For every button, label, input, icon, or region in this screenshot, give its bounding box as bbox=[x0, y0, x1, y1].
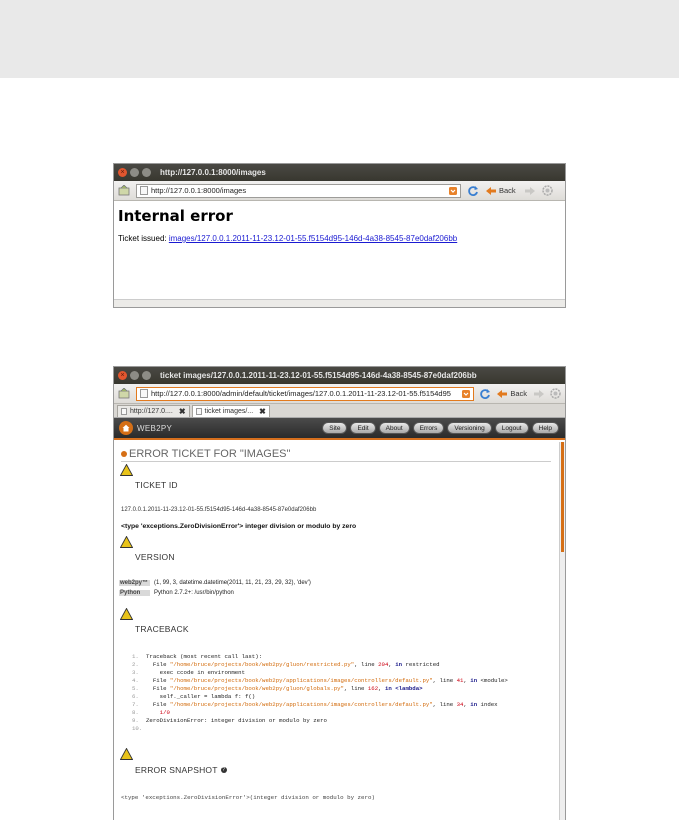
snapshot-text: <type 'exceptions.ZeroDivisionError'>(in… bbox=[121, 794, 375, 801]
maximize-window-icon[interactable] bbox=[142, 371, 151, 380]
traceback-heading: TRACEBACK bbox=[135, 624, 189, 634]
window-title: ticket images/127.0.0.1.2011-11-23.12-01… bbox=[160, 371, 477, 380]
page-icon bbox=[195, 408, 202, 415]
traceback-line: 6. self._caller = lambda f: f() bbox=[132, 693, 256, 700]
version-heading: VERSION bbox=[135, 552, 175, 562]
minimize-window-icon[interactable] bbox=[130, 168, 139, 177]
close-tab-icon[interactable]: ✖ bbox=[179, 407, 186, 416]
traceback-line: 9. ZeroDivisionError: integer division or… bbox=[132, 717, 327, 724]
version-row: Python Python 2.7.2+: /usr/bin/python bbox=[119, 588, 311, 598]
title-bar: × ticket images/127.0.0.1.2011-11-23.12-… bbox=[114, 367, 565, 384]
traceback-line: 8. 1/0 bbox=[132, 709, 170, 716]
url-field[interactable]: http://127.0.0.1:8000/images bbox=[136, 183, 461, 198]
window-title: http://127.0.0.1:8000/images bbox=[160, 168, 266, 177]
rss-icon[interactable] bbox=[462, 389, 471, 398]
ticket-issued-label: Ticket issued: bbox=[118, 234, 167, 243]
traceback-line: 4. File "/home/bruce/projects/book/web2p… bbox=[132, 677, 508, 684]
back-button[interactable]: Back bbox=[510, 389, 527, 398]
traceback-line: 5. File "/home/bruce/projects/book/web2p… bbox=[132, 685, 423, 692]
traceback-line: 3. exec ccode in environment bbox=[132, 669, 245, 676]
warning-icon[interactable] bbox=[119, 463, 134, 478]
tab-label: http://127.0.... bbox=[130, 408, 173, 415]
close-tab-icon[interactable]: ✖ bbox=[259, 407, 266, 416]
web2py-header: WEB2PY Site Edit About Errors Versioning… bbox=[114, 418, 565, 440]
page-icon bbox=[140, 389, 148, 398]
version-row: web2py™ (1, 99, 3, datetime.datetime(201… bbox=[119, 578, 311, 588]
web2py-logo: WEB2PY bbox=[137, 423, 173, 433]
status-bar bbox=[114, 299, 565, 307]
back-button[interactable]: Back bbox=[499, 186, 516, 195]
scrollbar[interactable] bbox=[559, 442, 565, 820]
title-bar: × http://127.0.0.1:8000/images bbox=[114, 164, 565, 181]
menu-site-button[interactable]: Site bbox=[322, 422, 348, 434]
warning-icon[interactable] bbox=[119, 747, 134, 762]
menu-errors-button[interactable]: Errors bbox=[412, 422, 445, 434]
close-window-icon[interactable]: × bbox=[118, 168, 127, 177]
menu-logout-button[interactable]: Logout bbox=[494, 422, 529, 434]
reload-icon[interactable] bbox=[467, 185, 479, 197]
url-text: http://127.0.0.1:8000/admin/default/tick… bbox=[151, 389, 451, 398]
menu-versioning-button[interactable]: Versioning bbox=[447, 422, 492, 434]
tab-label: ticket images/... bbox=[204, 408, 254, 415]
version-name: web2py™ bbox=[119, 580, 150, 586]
forward-arrow-icon[interactable] bbox=[533, 389, 545, 399]
menu-about-button[interactable]: About bbox=[378, 422, 410, 434]
url-text: http://127.0.0.1:8000/images bbox=[151, 186, 247, 195]
traceback-line: 1. Traceback (most recent call last): bbox=[132, 653, 263, 660]
scrollbar-thumb[interactable] bbox=[561, 442, 564, 552]
back-arrow-icon[interactable] bbox=[485, 186, 497, 196]
settings-gear-icon[interactable] bbox=[550, 388, 561, 399]
ticket-issued-line: Ticket issued: images/127.0.0.1.2011-11-… bbox=[118, 234, 561, 243]
traceback-line: 10. bbox=[132, 725, 143, 732]
main-menu: Site Edit About Errors Versioning Logout… bbox=[319, 422, 565, 434]
version-value: (1, 99, 3, datetime.datetime(2011, 11, 2… bbox=[154, 580, 311, 586]
bookmarks-icon[interactable] bbox=[118, 387, 132, 400]
warning-icon[interactable] bbox=[119, 535, 134, 550]
ticket-id-heading: TICKET ID bbox=[135, 480, 178, 490]
bookmarks-icon[interactable] bbox=[118, 184, 132, 197]
menu-edit-button[interactable]: Edit bbox=[350, 422, 376, 434]
tab-strip: http://127.0.... ✖ ticket images/... ✖ bbox=[114, 404, 565, 418]
version-value: Python 2.7.2+: /usr/bin/python bbox=[154, 590, 234, 596]
rss-icon[interactable] bbox=[449, 186, 457, 195]
title-underline bbox=[121, 461, 551, 462]
ticket-page-content: ERROR TICKET FOR "IMAGES" TICKET ID 127.… bbox=[114, 442, 565, 820]
maximize-window-icon[interactable] bbox=[142, 168, 151, 177]
forward-arrow-icon[interactable] bbox=[524, 186, 536, 196]
navigation-toolbar: http://127.0.0.1:8000/admin/default/tick… bbox=[114, 384, 565, 404]
tab-first[interactable]: http://127.0.... ✖ bbox=[117, 405, 190, 417]
back-arrow-icon[interactable] bbox=[496, 389, 508, 399]
home-icon[interactable] bbox=[119, 421, 133, 435]
page-title: ERROR TICKET FOR "IMAGES" bbox=[129, 448, 291, 460]
page-icon bbox=[121, 408, 127, 415]
version-name: Python bbox=[119, 590, 150, 596]
navigation-toolbar: http://127.0.0.1:8000/images Back bbox=[114, 181, 565, 201]
url-field[interactable]: http://127.0.0.1:8000/admin/default/tick… bbox=[136, 386, 475, 401]
bullet-icon bbox=[121, 451, 127, 457]
version-table: web2py™ (1, 99, 3, datetime.datetime(201… bbox=[119, 578, 311, 598]
internal-error-heading: Internal error bbox=[118, 207, 233, 225]
traceback-line: 2. File "/home/bruce/projects/book/web2p… bbox=[132, 661, 440, 668]
minimize-window-icon[interactable] bbox=[130, 371, 139, 380]
page-icon bbox=[140, 186, 148, 195]
traceback-line: 7. File "/home/bruce/projects/book/web2p… bbox=[132, 701, 498, 708]
ticket-id-value: 127.0.0.1.2011-11-23.12-01-55.f5154d95-1… bbox=[121, 507, 317, 513]
close-window-icon[interactable]: × bbox=[118, 371, 127, 380]
top-band bbox=[0, 0, 679, 78]
error-snapshot-heading: ERROR SNAPSHOT ? bbox=[135, 765, 227, 775]
help-icon[interactable]: ? bbox=[220, 767, 227, 773]
settings-gear-icon[interactable] bbox=[541, 185, 553, 196]
menu-help-button[interactable]: Help bbox=[531, 422, 559, 434]
warning-icon[interactable] bbox=[119, 607, 134, 622]
page-title-row: ERROR TICKET FOR "IMAGES" bbox=[121, 448, 290, 460]
browser-window-internal-error: × http://127.0.0.1:8000/images http://12… bbox=[113, 163, 566, 308]
reload-icon[interactable] bbox=[479, 388, 491, 400]
exception-text: <type 'exceptions.ZeroDivisionError'> in… bbox=[121, 523, 357, 530]
ticket-link[interactable]: images/127.0.0.1.2011-11-23.12-01-55.f51… bbox=[169, 234, 457, 243]
tab-ticket[interactable]: ticket images/... ✖ bbox=[191, 405, 270, 417]
browser-window-error-ticket: × ticket images/127.0.0.1.2011-11-23.12-… bbox=[113, 366, 566, 820]
